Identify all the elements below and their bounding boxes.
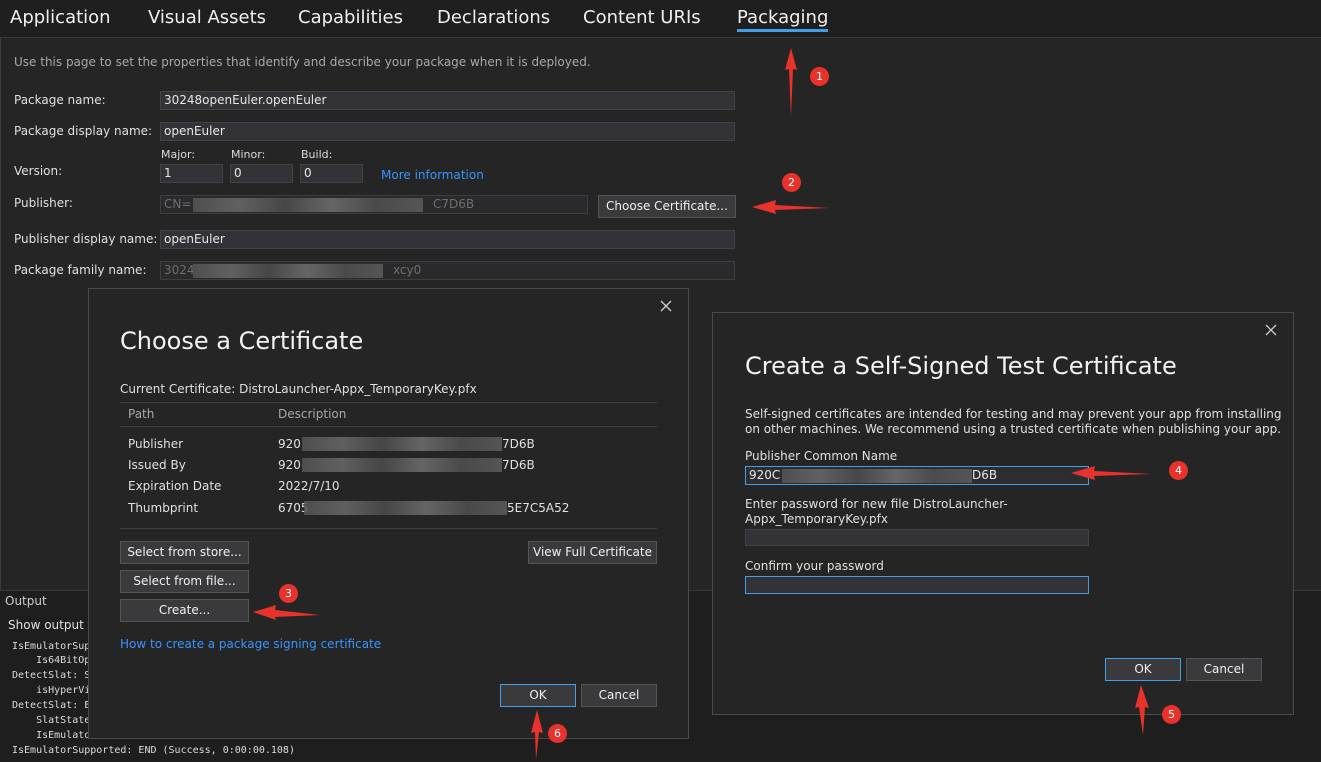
show-output-label: Show output f xyxy=(8,618,92,632)
publisher-field: CN= C7D6B xyxy=(160,195,588,214)
dialog-title: Create a Self-Signed Test Certificate xyxy=(745,352,1177,380)
cert-row-suffix: 7D6B xyxy=(502,458,535,472)
annotation-badge-5: 5 xyxy=(1162,705,1181,724)
warning-text-line1: Self-signed certificates are intended fo… xyxy=(745,407,1282,421)
cert-row-prefix: 2022/7/10 xyxy=(278,479,340,493)
redacted-blur xyxy=(302,437,502,451)
output-line: SlatState xyxy=(12,715,91,726)
column-description: Description xyxy=(278,407,347,421)
choose-certificate-button[interactable]: Choose Certificate... xyxy=(598,195,736,218)
more-information-link[interactable]: More information xyxy=(381,168,484,182)
minor-label: Minor: xyxy=(231,148,266,161)
redacted-blur xyxy=(193,264,383,278)
how-to-create-link[interactable]: How to create a package signing certific… xyxy=(120,637,381,651)
ok-button[interactable]: OK xyxy=(1105,658,1181,681)
cert-row-key: Expiration Date xyxy=(128,479,222,493)
close-icon[interactable] xyxy=(1264,323,1278,337)
output-line: DetectSlat: E xyxy=(12,700,91,711)
close-icon[interactable] xyxy=(659,299,673,313)
select-from-file-button[interactable]: Select from file... xyxy=(120,570,249,593)
password-label-line1: Enter password for new file DistroLaunch… xyxy=(745,497,1008,511)
cert-row-suffix: 5E7C5A52 xyxy=(507,501,570,515)
family-prefix: 3024 xyxy=(164,263,195,277)
minor-field[interactable]: 0 xyxy=(230,164,293,183)
major-field[interactable]: 1 xyxy=(160,164,223,183)
page-description: Use this page to set the properties that… xyxy=(14,55,591,69)
ok-button[interactable]: OK xyxy=(500,684,576,707)
cert-row-prefix: 920 xyxy=(278,458,301,472)
publisher-suffix: C7D6B xyxy=(433,197,475,211)
output-line: Is64BitOp xyxy=(12,655,91,666)
self-signed-certificate-dialog: Create a Self-Signed Test Certificate Se… xyxy=(712,312,1294,715)
redacted-blur xyxy=(302,458,502,472)
family-suffix: xcy0 xyxy=(393,263,422,277)
tab-content-uris[interactable]: Content URIs xyxy=(583,7,701,28)
package-name-label: Package name: xyxy=(14,93,106,107)
redacted-blur xyxy=(304,501,507,515)
confirm-password-label: Confirm your password xyxy=(745,559,884,573)
build-field[interactable]: 0 xyxy=(300,164,363,183)
tab-declarations[interactable]: Declarations xyxy=(437,7,550,28)
cert-row-key: Issued By xyxy=(128,458,186,472)
tab-bar: Application Visual Assets Capabilities D… xyxy=(0,0,1321,38)
common-name-field[interactable]: 920C D6B xyxy=(745,466,1089,485)
current-certificate-label: Current Certificate: DistroLauncher-Appx… xyxy=(120,382,477,396)
output-line: IsEmulatorSup xyxy=(12,641,91,652)
tab-visual-assets[interactable]: Visual Assets xyxy=(148,7,266,28)
common-name-suffix: D6B xyxy=(972,468,998,482)
tab-packaging[interactable]: Packaging xyxy=(737,7,829,32)
output-line: DetectSlat: S xyxy=(12,670,91,681)
cert-row-key: Publisher xyxy=(128,437,184,451)
package-name-field[interactable]: 30248openEuler.openEuler xyxy=(160,91,735,110)
annotation-badge-6: 6 xyxy=(548,724,567,743)
choose-certificate-dialog: Choose a Certificate Current Certificate… xyxy=(88,288,689,739)
output-line: isHyperVi xyxy=(12,685,91,696)
divider xyxy=(120,528,657,529)
annotation-badge-4: 4 xyxy=(1169,461,1188,480)
tab-application[interactable]: Application xyxy=(10,7,111,28)
family-name-field: 3024 xcy0 xyxy=(160,261,735,280)
output-line: IsEmulato xyxy=(12,730,91,741)
divider xyxy=(120,402,657,403)
major-label: Major: xyxy=(161,148,196,161)
annotation-badge-3: 3 xyxy=(279,584,298,603)
output-line: IsEmulatorSupported: END (Success, 0:00:… xyxy=(12,745,295,756)
cert-row-prefix: 920 xyxy=(278,437,301,451)
annotation-badge-1: 1 xyxy=(810,67,829,86)
confirm-password-field[interactable] xyxy=(745,576,1089,594)
column-path: Path xyxy=(128,407,155,421)
password-field[interactable] xyxy=(745,529,1089,546)
build-label: Build: xyxy=(301,148,333,161)
publisher-prefix: CN= xyxy=(164,197,192,211)
create-button[interactable]: Create... xyxy=(120,599,249,622)
cert-row-suffix: 7D6B xyxy=(502,437,535,451)
divider xyxy=(120,426,657,427)
cert-row-key: Thumbprint xyxy=(128,501,199,515)
annotation-badge-2: 2 xyxy=(782,173,801,192)
publisher-display-field[interactable]: openEuler xyxy=(160,230,735,249)
common-name-prefix: 920C xyxy=(749,468,781,482)
display-name-field[interactable]: openEuler xyxy=(160,122,735,141)
warning-text-line2: on other machines. We recommend using a … xyxy=(745,422,1282,436)
common-name-label: Publisher Common Name xyxy=(745,449,898,463)
tab-capabilities[interactable]: Capabilities xyxy=(298,7,403,28)
cancel-button[interactable]: Cancel xyxy=(1186,658,1262,681)
cancel-button[interactable]: Cancel xyxy=(581,684,657,707)
output-title: Output xyxy=(5,594,47,608)
version-label: Version: xyxy=(14,164,63,178)
family-name-label: Package family name: xyxy=(14,263,147,277)
redacted-blur xyxy=(193,198,423,212)
dialog-title: Choose a Certificate xyxy=(120,327,364,355)
password-label-line2: Appx_TemporaryKey.pfx xyxy=(745,512,888,526)
redacted-blur xyxy=(782,469,972,483)
display-name-label: Package display name: xyxy=(14,124,153,138)
publisher-label: Publisher: xyxy=(14,196,73,210)
publisher-display-label: Publisher display name: xyxy=(14,232,158,246)
select-from-store-button[interactable]: Select from store... xyxy=(120,541,249,564)
view-full-certificate-button[interactable]: View Full Certificate xyxy=(528,541,657,564)
